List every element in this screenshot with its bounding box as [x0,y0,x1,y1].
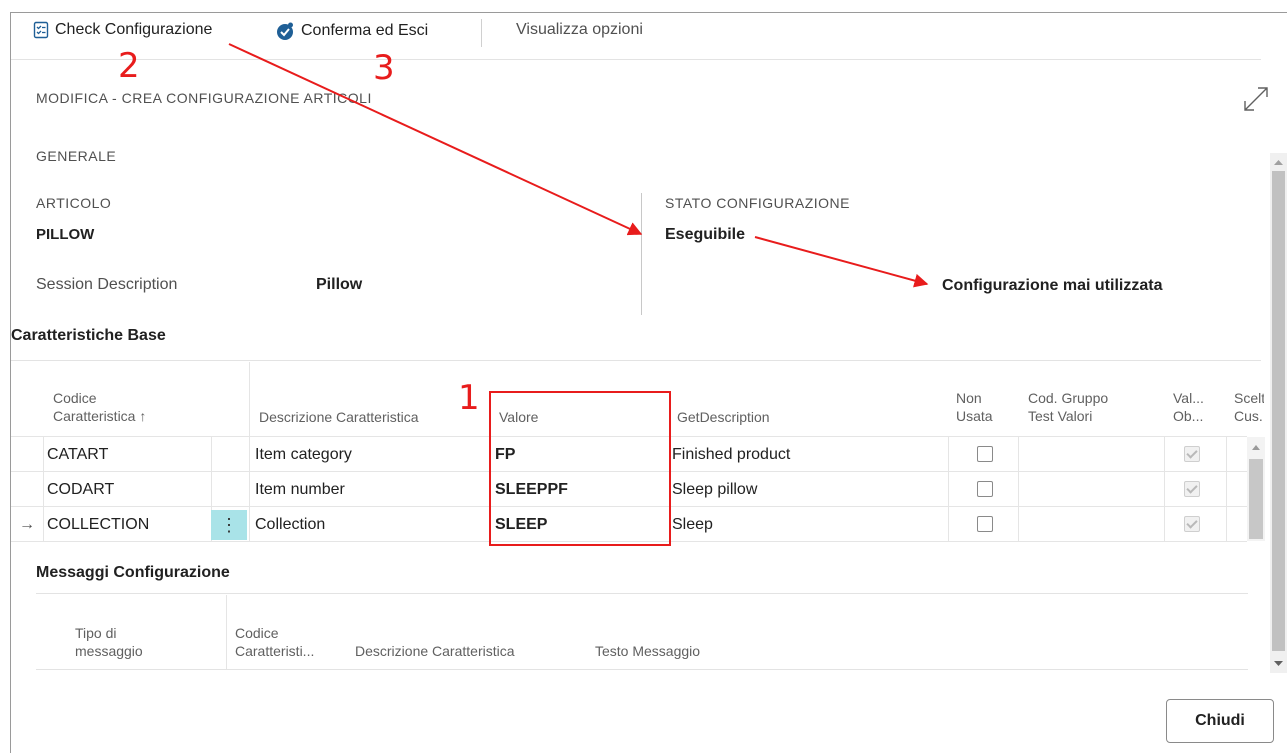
grid-line [43,436,44,541]
stato-configurazione-note: Configurazione mai utilizzata [942,277,1163,294]
row-1-valore-obbligatorio-checkbox [1184,446,1200,462]
col-header-valore-obbligatorio[interactable]: Val... Ob... [1173,389,1204,425]
col-header-codice-line1: Codice [53,390,97,406]
col-header-val-line2: Ob... [1173,408,1204,424]
articolo-value[interactable]: PILLOW [36,226,94,243]
msg-col-header-descrizione[interactable]: Descrizione Caratteristica [355,642,515,660]
row-2-getdescription[interactable]: Sleep pillow [672,480,757,500]
col-header-codice-line2: Caratteristica ↑ [53,408,147,424]
toolbar-divider-line [11,59,1261,60]
scroll-up-icon [1252,445,1260,450]
col-header-non-line1: Non [956,390,982,406]
row-3-descrizione[interactable]: Collection [255,515,325,535]
row-2-codice[interactable]: CODART [47,480,114,500]
msg-header-divider [36,669,1248,670]
current-row-arrow-icon: → [19,516,35,533]
row-1-descrizione[interactable]: Item category [255,445,352,465]
section-generale-heading[interactable]: GENERALE [36,148,116,164]
row-1-non-usata-checkbox[interactable] [977,446,993,462]
col-header-non-line2: Usata [956,408,993,424]
col-header-getdescription[interactable]: GetDescription [677,408,770,426]
stato-configurazione-value: Eseguibile [665,226,746,243]
annotation-number-1: 1 [458,378,480,418]
msg-col-header-tipo-line1: Tipo di [75,625,117,641]
col-header-codice[interactable]: Codice Caratteristica ↑ [53,389,146,425]
msg-col-header-codice-line1: Codice [235,625,279,641]
annotation-number-3: 3 [373,48,395,88]
checklist-icon [33,21,49,39]
row-2-valore-obbligatorio-checkbox [1184,481,1200,497]
conferma-ed-esci-button[interactable]: Conferma ed Esci [275,21,428,41]
col-header-gruppo-line2: Test Valori [1028,408,1093,424]
scroll-down-icon [1274,661,1283,666]
col-header-descrizione[interactable]: Descrizione Caratteristica [259,408,419,426]
scroll-up-icon [1274,160,1283,165]
col-header-gruppo-line1: Cod. Gruppo [1028,390,1109,406]
col-header-val-line1: Val... [1173,390,1204,406]
col-header-cod-gruppo[interactable]: Cod. Gruppo Test Valori [1028,389,1108,425]
col-header-non-usata[interactable]: Non Usata [956,389,993,425]
page-scrollbar-thumb[interactable] [1272,171,1285,651]
grid-line [226,595,227,669]
stato-configurazione-label: STATO CONFIGURAZIONE [665,195,851,211]
grid-line [1164,436,1165,541]
session-description-label: Session Description [36,276,178,293]
check-configurazione-button[interactable]: Check Configurazione [33,21,212,39]
page-scrollbar[interactable] [1270,153,1287,673]
expand-icon[interactable] [1241,84,1271,119]
grid-scrollbar-thumb[interactable] [1249,459,1263,539]
msg-col-header-testo[interactable]: Testo Messaggio [595,642,700,660]
msg-col-header-codice-line2: Caratteristi... [235,643,315,659]
configuration-dialog: Check Configurazione Conferma ed Esci Vi… [10,12,1287,753]
annotation-highlight-box [489,391,671,546]
grid-line [1018,436,1019,541]
row-3-valore-obbligatorio-checkbox [1184,516,1200,532]
msg-col-header-tipo[interactable]: Tipo di messaggio [75,624,143,660]
conferma-ed-esci-label: Conferma ed Esci [301,22,429,39]
row-menu-icon[interactable]: ⋮ [211,510,247,540]
grid-scrollbar[interactable] [1247,437,1265,541]
messaggi-configurazione-title: Messaggi Configurazione [36,564,230,581]
visualizza-opzioni-button[interactable]: Visualizza opzioni [516,21,643,39]
action-bar: Check Configurazione Conferma ed Esci Vi… [11,13,1287,57]
column-divider [641,193,642,315]
row-3-codice[interactable]: COLLECTION [47,515,149,535]
col-header-scelta[interactable]: Scelta Cus... [1234,389,1264,425]
confirm-check-icon [275,21,295,41]
caratteristiche-base-title: Caratteristiche Base [11,327,166,344]
row-2-non-usata-checkbox[interactable] [977,481,993,497]
grid-line [948,436,949,541]
row-1-codice[interactable]: CATART [47,445,108,465]
articolo-label: ARTICOLO [36,195,112,211]
toolbar-divider [481,19,482,47]
row-3-getdescription[interactable]: Sleep [672,515,713,535]
section-divider [11,360,1261,361]
row-2-descrizione[interactable]: Item number [255,480,345,500]
chiudi-button[interactable]: Chiudi [1166,699,1274,743]
msg-col-header-tipo-line2: messaggio [75,643,143,659]
row-3-non-usata-checkbox[interactable] [977,516,993,532]
grid-line [249,362,250,541]
row-1-getdescription[interactable]: Finished product [672,445,790,465]
session-description-value[interactable]: Pillow [316,276,362,294]
col-header-scelta-line2: Cus... [1234,408,1264,424]
grid-line [1226,436,1227,541]
col-header-scelta-line1: Scelta [1234,390,1264,406]
section-divider [36,593,1248,594]
check-configurazione-label: Check Configurazione [55,21,213,38]
msg-col-header-codice[interactable]: Codice Caratteristi... [235,624,314,660]
annotation-number-2: 2 [118,46,140,86]
page-title: MODIFICA - CREA CONFIGURAZIONE ARTICOLI [36,90,372,106]
